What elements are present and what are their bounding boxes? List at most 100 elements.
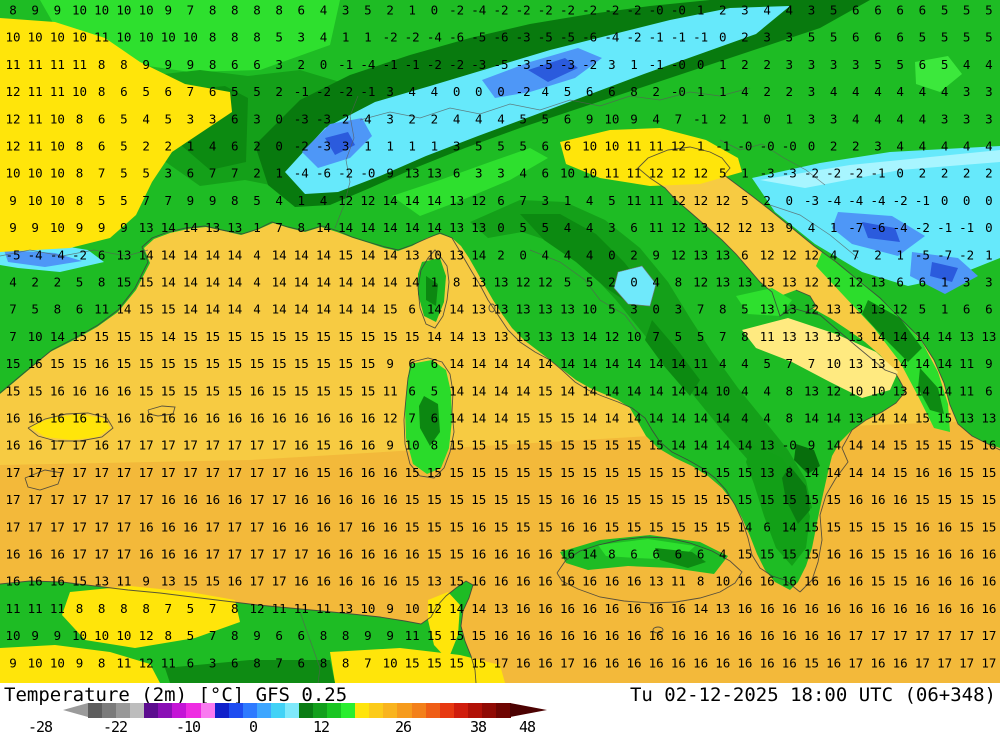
svg-text:15: 15: [405, 574, 420, 589]
svg-text:10: 10: [72, 3, 87, 18]
svg-text:16: 16: [316, 519, 331, 534]
svg-text:6: 6: [564, 139, 572, 154]
svg-text:14: 14: [715, 438, 730, 453]
svg-text:16: 16: [782, 601, 797, 616]
svg-text:8: 8: [76, 193, 84, 208]
svg-text:1: 1: [253, 220, 261, 235]
svg-text:16: 16: [294, 492, 309, 507]
svg-text:4: 4: [830, 84, 838, 99]
svg-text:10: 10: [582, 302, 597, 317]
svg-text:15: 15: [405, 492, 420, 507]
svg-text:16: 16: [294, 574, 309, 589]
svg-text:16: 16: [94, 356, 109, 371]
svg-text:13: 13: [405, 247, 420, 262]
svg-text:-2: -2: [316, 84, 331, 99]
svg-text:10: 10: [72, 628, 87, 643]
svg-text:-0: -0: [649, 3, 664, 18]
svg-text:-2: -2: [959, 247, 974, 262]
svg-text:9: 9: [386, 438, 394, 453]
svg-text:-1: -1: [937, 220, 952, 235]
svg-text:16: 16: [826, 628, 841, 643]
svg-text:9: 9: [31, 628, 39, 643]
svg-text:13: 13: [981, 411, 996, 426]
svg-text:14: 14: [383, 247, 398, 262]
svg-text:17: 17: [116, 492, 131, 507]
svg-text:2: 2: [31, 275, 39, 290]
svg-text:-4: -4: [50, 247, 65, 262]
svg-text:13: 13: [471, 275, 486, 290]
svg-text:11: 11: [161, 655, 176, 670]
svg-text:17: 17: [294, 547, 309, 562]
svg-text:15: 15: [471, 655, 486, 670]
svg-text:14: 14: [316, 247, 331, 262]
svg-text:14: 14: [338, 302, 353, 317]
svg-text:1: 1: [786, 111, 794, 126]
svg-text:15: 15: [649, 438, 664, 453]
svg-text:15: 15: [959, 519, 974, 534]
svg-text:2: 2: [763, 57, 771, 72]
svg-text:14: 14: [671, 356, 686, 371]
svg-text:5: 5: [963, 3, 971, 18]
svg-text:3: 3: [941, 111, 949, 126]
svg-text:8: 8: [120, 57, 128, 72]
svg-text:6: 6: [896, 3, 904, 18]
svg-text:4: 4: [741, 383, 749, 398]
svg-text:3: 3: [475, 166, 483, 181]
svg-text:13: 13: [449, 220, 464, 235]
svg-text:8: 8: [231, 193, 239, 208]
svg-text:16: 16: [516, 574, 531, 589]
svg-text:14: 14: [826, 438, 841, 453]
svg-text:16: 16: [959, 601, 974, 616]
svg-text:4: 4: [364, 111, 372, 126]
svg-text:15: 15: [183, 356, 198, 371]
svg-text:12: 12: [782, 247, 797, 262]
svg-text:16: 16: [227, 492, 242, 507]
svg-text:5: 5: [542, 220, 550, 235]
svg-text:10: 10: [383, 655, 398, 670]
svg-text:15: 15: [626, 492, 641, 507]
svg-text:11: 11: [28, 57, 43, 72]
svg-text:16: 16: [294, 438, 309, 453]
svg-text:15: 15: [516, 492, 531, 507]
svg-text:16: 16: [848, 492, 863, 507]
svg-text:2: 2: [54, 275, 62, 290]
svg-text:15: 15: [227, 383, 242, 398]
svg-text:16: 16: [649, 628, 664, 643]
svg-text:9: 9: [76, 220, 84, 235]
svg-text:15: 15: [782, 492, 797, 507]
svg-text:9: 9: [98, 220, 106, 235]
svg-text:16: 16: [937, 601, 952, 616]
svg-text:6: 6: [763, 519, 771, 534]
svg-text:16: 16: [626, 601, 641, 616]
svg-text:-7: -7: [848, 220, 863, 235]
svg-text:9: 9: [652, 247, 660, 262]
svg-text:14: 14: [427, 193, 442, 208]
svg-text:15: 15: [981, 492, 996, 507]
color-scale-segment: [495, 703, 511, 718]
svg-text:9: 9: [142, 574, 150, 589]
svg-text:17: 17: [139, 465, 154, 480]
svg-text:6: 6: [874, 3, 882, 18]
svg-text:17: 17: [870, 628, 885, 643]
svg-text:15: 15: [316, 438, 331, 453]
svg-text:16: 16: [383, 492, 398, 507]
svg-text:8: 8: [342, 655, 350, 670]
svg-text:6: 6: [852, 3, 860, 18]
svg-text:16: 16: [760, 601, 775, 616]
svg-text:17: 17: [5, 465, 20, 480]
svg-text:9: 9: [31, 3, 39, 18]
svg-text:2: 2: [963, 166, 971, 181]
svg-text:15: 15: [737, 465, 752, 480]
svg-text:15: 15: [316, 383, 331, 398]
svg-text:15: 15: [937, 438, 952, 453]
svg-text:15: 15: [449, 465, 464, 480]
svg-text:16: 16: [560, 601, 575, 616]
svg-text:14: 14: [449, 356, 464, 371]
svg-text:17: 17: [205, 438, 220, 453]
svg-text:1: 1: [364, 139, 372, 154]
svg-text:13: 13: [471, 302, 486, 317]
svg-text:10: 10: [582, 139, 597, 154]
svg-text:1: 1: [741, 111, 749, 126]
svg-text:17: 17: [28, 465, 43, 480]
svg-text:-0: -0: [782, 438, 797, 453]
